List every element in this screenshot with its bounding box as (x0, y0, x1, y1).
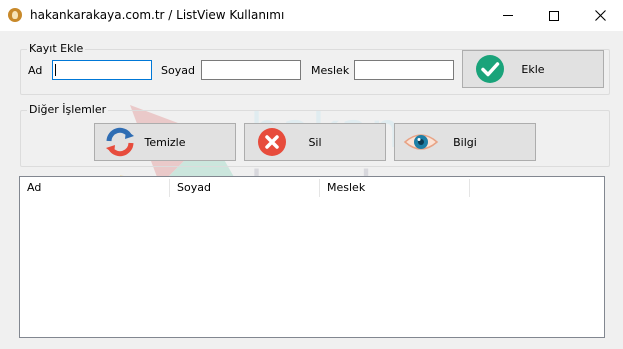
add-record-legend: Kayıt Ekle (27, 42, 86, 55)
app-logo-icon (8, 8, 22, 22)
column-header-ad[interactable]: Ad (20, 177, 170, 199)
sil-button[interactable]: Sil (244, 123, 386, 161)
text-caret (55, 64, 56, 76)
ekle-button[interactable]: Ekle (462, 50, 604, 88)
temizle-button[interactable]: Temizle (94, 123, 236, 161)
bilgi-button[interactable]: Bilgi (394, 123, 536, 161)
records-listview[interactable]: Ad Soyad Meslek (19, 176, 605, 338)
soyad-input[interactable] (201, 60, 301, 80)
bilgi-label: Bilgi (453, 135, 477, 149)
close-icon (594, 10, 606, 21)
close-button[interactable] (577, 0, 623, 31)
maximize-button[interactable] (531, 0, 577, 31)
minimize-icon (503, 15, 513, 16)
ad-input[interactable] (52, 60, 152, 80)
column-header-meslek[interactable]: Meslek (320, 177, 470, 199)
meslek-label: Meslek (311, 64, 350, 77)
ekle-label: Ekle (521, 62, 545, 76)
listview-header: Ad Soyad Meslek (20, 177, 604, 199)
meslek-input[interactable] (354, 60, 454, 80)
sil-label: Sil (308, 135, 322, 149)
maximize-icon (549, 10, 559, 21)
window-title: hakankarakaya.com.tr / ListView Kullanım… (30, 8, 285, 22)
column-header-soyad[interactable]: Soyad (170, 177, 320, 199)
soyad-label: Soyad (161, 64, 195, 77)
title-bar: hakankarakaya.com.tr / ListView Kullanım… (0, 0, 623, 31)
ad-label: Ad (28, 64, 43, 77)
temizle-label: Temizle (144, 135, 186, 149)
other-operations-legend: Diğer İşlemler (27, 103, 109, 116)
minimize-button[interactable] (485, 0, 531, 31)
